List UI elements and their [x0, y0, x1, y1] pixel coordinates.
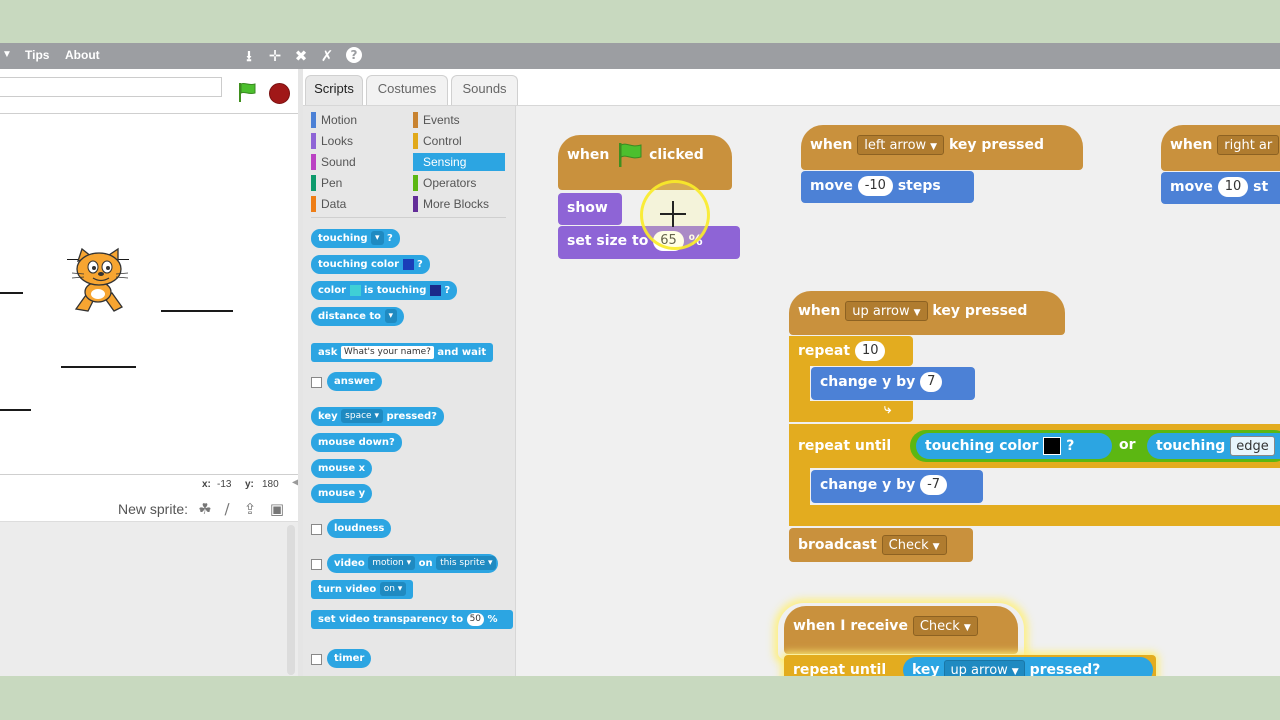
new-sprite-label: New sprite: [118, 501, 189, 517]
tab-sounds[interactable]: Sounds [451, 75, 518, 105]
upload-icon[interactable]: ⇪ [241, 500, 259, 518]
editor-tabs: Scripts Costumes Sounds [303, 69, 1280, 105]
category-looks[interactable]: Looks [311, 132, 403, 150]
cat-sprite[interactable] [66, 247, 132, 317]
svg-text:?: ? [351, 48, 358, 62]
block-key-pressed[interactable]: key space ▾ pressed? [311, 407, 444, 426]
block-touching-color[interactable]: touching color ? [311, 255, 430, 274]
camera-icon[interactable]: ▣ [268, 500, 286, 518]
sprite-pane [0, 495, 298, 676]
green-flag-icon[interactable] [236, 81, 258, 103]
tab-scripts[interactable]: Scripts [305, 75, 363, 105]
or-label: or [1119, 437, 1136, 453]
block-key-pressed[interactable]: key up arrow ▼ pressed? [903, 657, 1153, 676]
mouse-coordinates: x: -13 y: 180 ◀ [0, 475, 300, 495]
answer-checkbox[interactable] [311, 377, 322, 388]
stage-line [0, 409, 31, 411]
color-swatch[interactable] [1043, 437, 1062, 455]
y-label: y: [245, 479, 254, 490]
category-data[interactable]: Data [311, 195, 403, 213]
y-value: 180 [262, 479, 279, 490]
about-menu[interactable]: About [65, 48, 100, 62]
menu-bar: ▼ Tips About ⭳ ✛ ✖ ✗ ? [0, 43, 1280, 69]
repeat-until-c-bottom [789, 505, 1280, 526]
stop-icon[interactable] [269, 83, 290, 104]
cursor-highlight [640, 180, 710, 250]
hat-when-left-arrow-pressed[interactable]: when left arrow ▼ key pressed [801, 125, 1083, 170]
block-move-steps[interactable]: move -10 steps [801, 171, 974, 203]
stage-line [61, 366, 136, 368]
block-turn-video[interactable]: turn video on ▾ [311, 580, 414, 599]
paint-brush-icon[interactable]: ∕ [218, 500, 236, 518]
choose-sprite-icon[interactable]: ☘ [196, 500, 214, 518]
new-sprite-bar: New sprite: ☘ ∕ ⇪ ▣ [0, 495, 298, 522]
block-repeat[interactable]: repeat 10 [789, 336, 913, 366]
grow-icon[interactable]: ✛ [265, 46, 285, 66]
stage[interactable] [0, 113, 298, 475]
block-distance-to[interactable]: distance to ▾ [311, 307, 405, 326]
shrink-icon[interactable]: ✖ [291, 46, 311, 66]
block-show[interactable]: show [558, 193, 622, 225]
stage-line [0, 292, 23, 294]
video-frame-bottom [0, 676, 1280, 720]
loop-arrow-icon: ⤷ [884, 402, 892, 417]
category-control[interactable]: Control [413, 132, 505, 150]
category-operators[interactable]: Operators [413, 174, 505, 192]
category-divider [311, 217, 506, 218]
block-set-video-transparency[interactable]: set video transparency to 50 % [311, 610, 513, 629]
block-mouse-x[interactable]: mouse x [311, 459, 373, 478]
block-change-y[interactable]: change y by 7 [811, 367, 975, 400]
block-touching[interactable]: touching ▾ ? [311, 229, 400, 248]
hat-when-up-arrow-pressed[interactable]: when up arrow ▼ key pressed [789, 291, 1065, 335]
category-list: Motion Looks Sound Pen Data Events Contr… [303, 105, 515, 217]
green-flag-icon [614, 141, 644, 169]
block-mouse-y[interactable]: mouse y [311, 484, 373, 503]
cursor-crosshair [672, 201, 674, 227]
category-sensing[interactable]: Sensing [413, 153, 505, 171]
x-label: x: [202, 479, 211, 490]
block-color-is-touching[interactable]: color is touching ? [311, 281, 458, 300]
block-ask-and-wait[interactable]: ask What's your name? and wait [311, 343, 494, 362]
project-title-field[interactable] [0, 77, 222, 97]
x-value: -13 [217, 479, 232, 490]
block-move-steps[interactable]: move 10 st [1161, 172, 1280, 204]
scratch-editor: ▼ Tips About ⭳ ✛ ✖ ✗ ? x: -13 y: 180 ◀ N… [0, 43, 1280, 676]
sprite-pane-scrollbar[interactable] [287, 525, 295, 675]
category-more-blocks[interactable]: More Blocks [413, 195, 505, 213]
block-broadcast[interactable]: broadcast Check ▼ [789, 528, 973, 562]
timer-checkbox[interactable] [311, 654, 322, 665]
hat-when-flag-clicked[interactable]: when clicked [558, 135, 732, 190]
loudness-checkbox[interactable] [311, 524, 322, 535]
category-events[interactable]: Events [413, 111, 505, 129]
video-checkbox[interactable] [311, 559, 322, 570]
block-loudness[interactable]: loudness [327, 519, 392, 538]
help-icon[interactable]: ? [344, 46, 364, 66]
stage-line [161, 310, 233, 312]
category-motion[interactable]: Motion [311, 111, 403, 129]
block-timer[interactable]: timer [327, 649, 372, 668]
block-answer[interactable]: answer [327, 372, 382, 391]
tab-costumes[interactable]: Costumes [366, 75, 448, 105]
block-touching[interactable]: touching edge [1147, 433, 1280, 459]
stamp-icon[interactable]: ⭳ [239, 46, 259, 66]
repeat-c-bottom: ⤷ [789, 401, 913, 422]
hat-when-right-arrow-pressed[interactable]: when right ar [1161, 125, 1280, 171]
category-pen[interactable]: Pen [311, 174, 403, 192]
block-video-on[interactable]: video motion ▾ on this sprite ▾ [327, 554, 499, 573]
hat-when-i-receive[interactable]: when I receive Check ▼ [784, 606, 1018, 654]
tips-menu[interactable]: Tips [25, 48, 49, 62]
block-change-y[interactable]: change y by -7 [811, 470, 983, 503]
category-sound[interactable]: Sound [311, 153, 403, 171]
expand-icon[interactable]: ✗ [317, 46, 337, 66]
menu-dropdown-arrow[interactable]: ▼ [2, 49, 12, 60]
block-mouse-down[interactable]: mouse down? [311, 433, 402, 452]
block-touching-color[interactable]: touching color ? [916, 433, 1112, 459]
